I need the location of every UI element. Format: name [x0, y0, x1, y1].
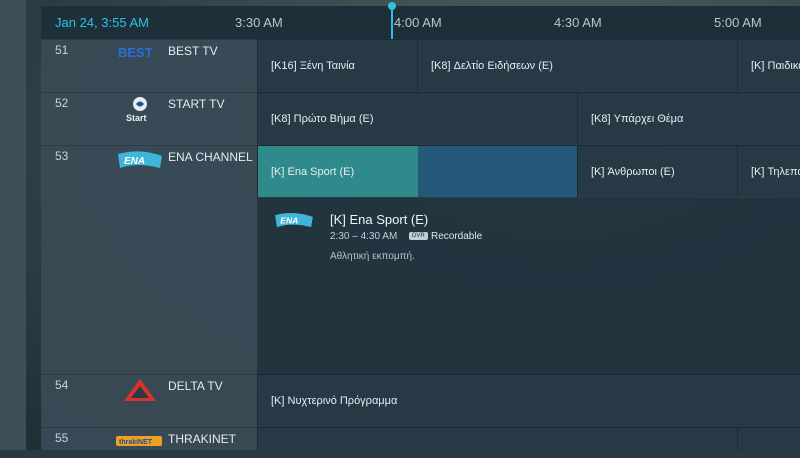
- program-cell[interactable]: [K] Άνθρωποι (E): [577, 145, 737, 197]
- start-tv-logo: Start: [126, 97, 147, 123]
- channel-number: 51: [55, 43, 69, 57]
- recordable-label: Recordable: [431, 231, 483, 242]
- program-cell[interactable]: [K] Παιδικό: [737, 39, 800, 91]
- ena-channel-logo: ENA: [118, 151, 162, 168]
- best-tv-logo: BEST: [118, 45, 153, 60]
- program-cell-selected[interactable]: [K] Ena Sport (E): [257, 145, 577, 197]
- channel-name: ENA CHANNEL: [168, 150, 253, 164]
- detail-time: 2:30 – 4:30 AM: [330, 231, 398, 242]
- program-cell[interactable]: [K] Τηλεπω: [737, 145, 800, 197]
- program-cell[interactable]: [K8] Δελτίο Ειδήσεων (E): [417, 39, 737, 91]
- channel-number: 53: [55, 149, 69, 163]
- channel-number: 52: [55, 96, 69, 110]
- now-indicator-dot: [388, 2, 396, 10]
- channel-name: DELTA TV: [168, 379, 223, 393]
- program-cell[interactable]: [737, 427, 800, 450]
- svg-text:Start: Start: [126, 113, 147, 123]
- channel-number: 54: [55, 378, 69, 392]
- channel-row-51[interactable]: 51 BEST BEST TV: [41, 39, 257, 93]
- channel-name: BEST TV: [168, 44, 218, 58]
- time-slot-label: 3:30 AM: [235, 15, 283, 30]
- timeline-header: Jan 24, 3:55 AM 3:30 AM 4:00 AM 4:30 AM …: [41, 6, 800, 39]
- channel-name: THRAKINET: [168, 432, 237, 446]
- channel-row-52[interactable]: 52 Start START TV: [41, 92, 257, 146]
- channel-row-55[interactable]: 55 thrakiNET THRAKINET: [41, 427, 257, 451]
- channel-name: START TV: [168, 97, 225, 111]
- ena-channel-logo: ENA: [275, 212, 313, 228]
- current-date-time: Jan 24, 3:55 AM: [55, 15, 149, 30]
- program-detail-panel: ENA [K] Ena Sport (E) 2:30 – 4:30 AM DVR…: [257, 198, 800, 374]
- svg-text:thrakiNET: thrakiNET: [119, 439, 153, 446]
- left-rail: [0, 0, 26, 450]
- time-slot-label: 4:00 AM: [394, 15, 442, 30]
- svg-text:ENA: ENA: [280, 216, 298, 226]
- program-cell[interactable]: [K8] Υπάρχει Θέμα: [577, 92, 800, 144]
- detail-description: Αθλητική εκπομπή.: [330, 251, 415, 262]
- now-indicator-line: [391, 6, 393, 39]
- svg-text:BEST: BEST: [118, 45, 153, 60]
- thrakinet-logo: thrakiNET: [116, 436, 162, 446]
- program-cell[interactable]: [257, 427, 737, 450]
- program-cell[interactable]: [K16] Ξένη Ταινία: [257, 39, 417, 91]
- program-cell[interactable]: [K8] Πρώτο Βήμα (E): [257, 92, 577, 144]
- time-slot-label: 5:00 AM: [714, 15, 762, 30]
- dvr-badge: DVR: [409, 232, 428, 240]
- channel-number: 55: [55, 431, 69, 445]
- detail-title: [K] Ena Sport (E): [330, 212, 429, 227]
- time-slot-label: 4:30 AM: [554, 15, 602, 30]
- channel-row-54[interactable]: 54 DELTA TV: [41, 374, 257, 428]
- delta-tv-logo: [124, 379, 156, 401]
- program-cell[interactable]: [K] Νυχτερινό Πρόγραμμα: [257, 374, 800, 426]
- svg-text:ENA: ENA: [124, 156, 145, 167]
- channel-row-53[interactable]: 53 ENA ENA CHANNEL: [41, 145, 257, 199]
